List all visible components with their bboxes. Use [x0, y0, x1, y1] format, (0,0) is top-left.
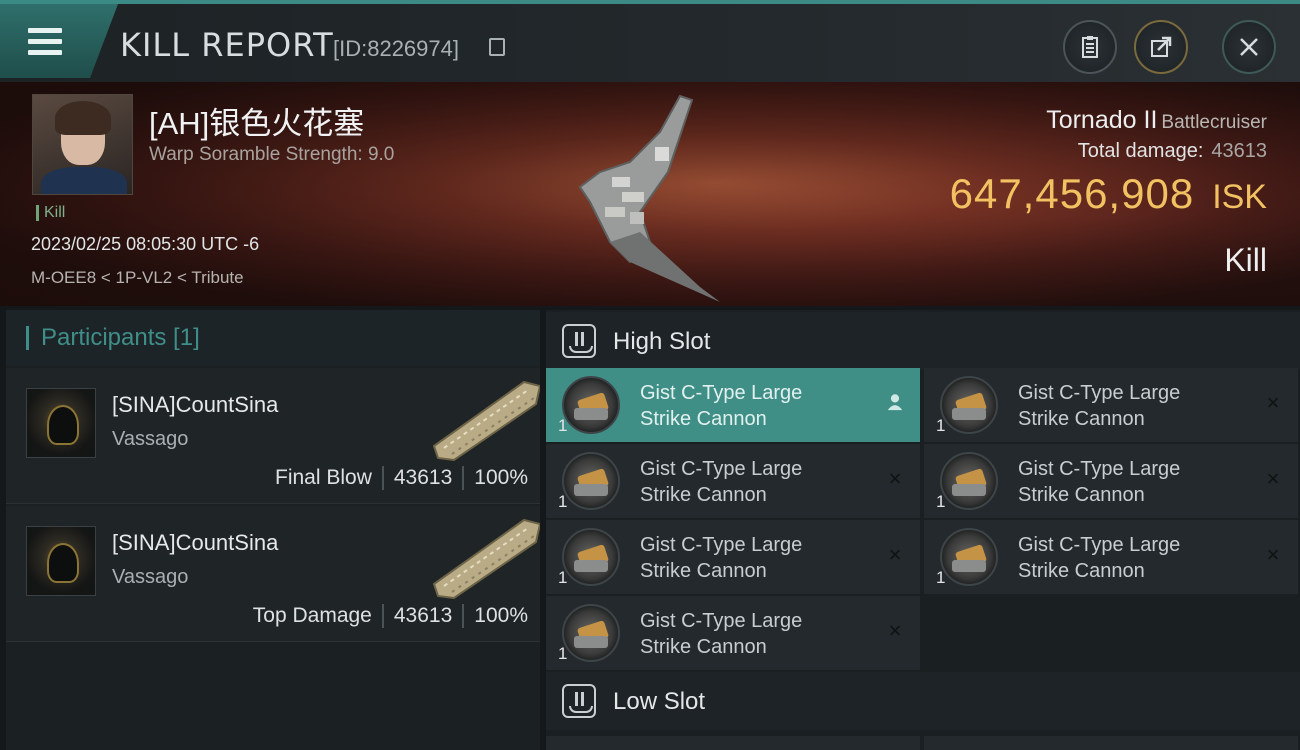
participant-stats: Final Blow 43613 100% — [275, 466, 528, 490]
participant-ship-image — [432, 518, 540, 600]
share-icon — [1151, 36, 1172, 57]
module-quantity: 1 — [558, 416, 568, 435]
destroyed-icon: × — [1266, 542, 1280, 567]
close-icon — [1240, 38, 1258, 56]
participants-panel: Participants [1] [SINA]CountSina Vassago… — [6, 310, 540, 750]
high-slot-icon — [562, 324, 596, 358]
page-title: KILL REPORT — [120, 26, 334, 64]
destroyed-icon: × — [888, 542, 902, 567]
cannon-icon — [940, 376, 998, 434]
divider — [462, 466, 465, 490]
share-button[interactable] — [1134, 20, 1188, 74]
victim-ship-image[interactable] — [570, 92, 730, 302]
destroyed-icon: × — [1266, 390, 1280, 415]
module-item[interactable]: 1 Gist C-Type Large Strike Cannon × — [546, 520, 920, 594]
menu-button[interactable] — [0, 4, 118, 78]
divider — [462, 604, 465, 628]
participants-header: Participants [1] — [6, 310, 540, 366]
module-item[interactable]: 1 Gist C-Type Large Strike Cannon — [546, 368, 920, 442]
total-damage: Total damage: 43613 — [1078, 140, 1267, 163]
clipboard-icon — [1082, 36, 1098, 58]
module-name: Gist C-Type Large Strike Cannon — [1018, 458, 1181, 506]
destroyed-icon: × — [888, 618, 902, 643]
ship-name[interactable]: Tornado II — [1046, 106, 1157, 134]
kill-timestamp: 2023/02/25 08:05:30 UTC -6 — [31, 234, 260, 254]
cannon-icon — [562, 528, 620, 586]
victim-name[interactable]: [AH]银色火花塞 — [149, 98, 364, 143]
ship-info: Tornado II Battlecruiser — [1046, 106, 1267, 135]
module-name: Gist C-Type Large Strike Cannon — [640, 534, 803, 582]
high-slot-header: High Slot — [546, 312, 1300, 370]
ship-class: Battlecruiser — [1161, 112, 1267, 133]
module-name: Gist C-Type Large Strike Cannon — [640, 458, 803, 506]
copy-icon[interactable] — [489, 38, 505, 56]
cannon-icon — [562, 604, 620, 662]
participant-role: Final Blow — [275, 466, 372, 489]
close-button[interactable] — [1222, 20, 1276, 74]
total-damage-label: Total damage: — [1077, 140, 1204, 162]
participants-title: Participants [1] — [26, 326, 200, 350]
kill-location[interactable]: M-OEE8 < 1P-VL2 < Tribute — [31, 268, 244, 288]
low-slot-header: Low Slot — [546, 672, 1300, 730]
module-item-partial[interactable] — [924, 736, 1298, 750]
destroyed-icon: × — [888, 466, 902, 491]
participant-row[interactable]: [SINA]CountSina Vassago Final Blow 43613… — [6, 368, 540, 504]
divider — [381, 466, 384, 490]
module-item[interactable]: 1 Gist C-Type Large Strike Cannon × — [546, 596, 920, 670]
participant-ship: Vassago — [112, 428, 189, 450]
clipboard-button[interactable] — [1063, 20, 1117, 74]
participant-row[interactable]: [SINA]CountSina Vassago Top Damage 43613… — [6, 506, 540, 642]
module-name: Gist C-Type Large Strike Cannon — [640, 610, 803, 658]
module-item[interactable]: 1 Gist C-Type Large Strike Cannon × — [924, 368, 1298, 442]
participant-damage: 43613 — [393, 466, 453, 489]
participant-name: [SINA]CountSina — [112, 392, 279, 417]
divider — [381, 604, 384, 628]
isk-unit: ISK — [1212, 178, 1267, 216]
participant-damage: 43613 — [393, 604, 453, 627]
participant-role: Top Damage — [252, 604, 372, 627]
cannon-icon — [940, 528, 998, 586]
participant-percent: 100% — [474, 466, 528, 489]
kill-tag: Kill — [36, 205, 65, 221]
participant-name: [SINA]CountSina — [112, 530, 279, 555]
module-quantity: 1 — [936, 568, 946, 587]
dropped-person-icon — [884, 392, 906, 414]
low-slot-title: Low Slot — [613, 688, 706, 715]
participant-ship-image — [432, 380, 540, 462]
total-damage-value: 43613 — [1211, 140, 1267, 162]
high-slot-title: High Slot — [613, 328, 711, 355]
module-name: Gist C-Type Large Strike Cannon — [1018, 382, 1181, 430]
module-quantity: 1 — [936, 416, 946, 435]
module-quantity: 1 — [558, 492, 568, 511]
module-item[interactable]: 1 Gist C-Type Large Strike Cannon × — [924, 520, 1298, 594]
participant-stats: Top Damage 43613 100% — [253, 604, 528, 628]
isk-amount: 647,456,908 — [949, 170, 1195, 217]
participant-avatar — [26, 388, 96, 458]
participant-avatar — [26, 526, 96, 596]
cannon-icon — [562, 376, 620, 434]
module-quantity: 1 — [558, 644, 568, 663]
cannon-icon — [940, 452, 998, 510]
destroyed-icon: × — [1266, 466, 1280, 491]
module-item-partial[interactable] — [546, 736, 920, 750]
participant-ship: Vassago — [112, 566, 189, 588]
warp-scramble-strength: Warp Soramble Strength: 9.0 — [149, 144, 395, 165]
cannon-icon — [562, 452, 620, 510]
fitting-panel: High Slot 1 Gist C-Type Large Strike Cann… — [546, 310, 1300, 750]
module-item[interactable]: 1 Gist C-Type Large Strike Cannon × — [924, 444, 1298, 518]
module-name: Gist C-Type Large Strike Cannon — [640, 382, 803, 430]
low-slot-icon — [562, 684, 596, 718]
result-label: Kill — [1224, 242, 1267, 278]
module-quantity: 1 — [558, 568, 568, 587]
report-id: [ID:8226974] — [333, 36, 459, 61]
module-name: Gist C-Type Large Strike Cannon — [1018, 534, 1181, 582]
kill-summary-banner: [AH]银色火花塞 Warp Soramble Strength: 9.0 Ki… — [0, 82, 1300, 306]
module-item[interactable]: 1 Gist C-Type Large Strike Cannon × — [546, 444, 920, 518]
victim-portrait[interactable] — [32, 94, 133, 195]
isk-value: 647,456,908 ISK — [950, 170, 1267, 218]
module-quantity: 1 — [936, 492, 946, 511]
title-bar: KILL REPORT [ID:8226974] — [0, 0, 1300, 82]
hamburger-icon — [28, 28, 62, 56]
participant-percent: 100% — [474, 604, 528, 627]
